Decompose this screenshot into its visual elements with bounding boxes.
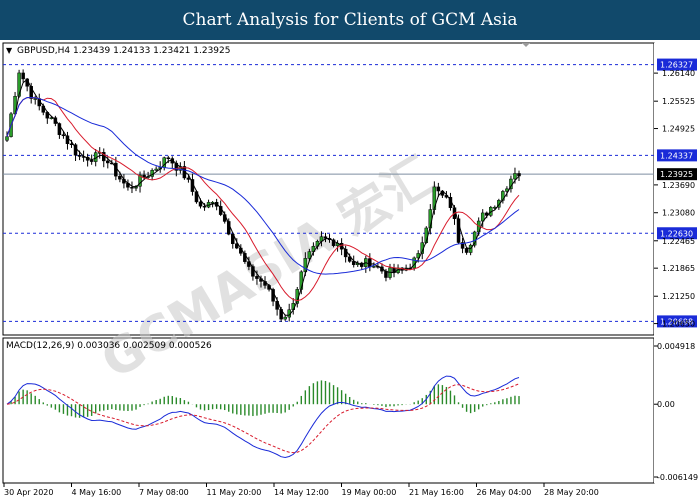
price-tick-label: 1.21865: [662, 264, 695, 273]
macd-panel: [2, 337, 655, 484]
chart-svg: GCMASIA 宏汇 1.263271.243371.226301.206981…: [2, 42, 700, 497]
time-tick-label: 14 May 12:00: [274, 488, 329, 497]
price-tick-label: 1.21250: [662, 292, 695, 301]
candle-body: [166, 157, 171, 159]
candle-body: [198, 201, 203, 207]
time-tick-label: 21 May 16:00: [409, 488, 464, 497]
candle-body: [210, 202, 215, 204]
chart-header: Chart Analysis for Clients of GCM Asia: [0, 0, 700, 40]
candle-body: [186, 177, 191, 180]
price-tick-label: 1.26140: [662, 69, 695, 78]
candle-body: [33, 98, 37, 100]
candle-body: [202, 205, 207, 208]
price-tick-label: 1.23080: [662, 209, 695, 218]
price-tick-label: 1.22465: [662, 237, 695, 246]
candle-body: [21, 72, 25, 80]
candle-body: [368, 258, 372, 268]
symbol-info: GBPUSD,H4 1.23439 1.24133 1.23421 1.2392…: [17, 46, 230, 56]
chart-title: Chart Analysis for Clients of GCM Asia: [182, 10, 518, 30]
candle-body: [89, 160, 94, 162]
macd-tick-label: -0.006149: [657, 473, 698, 482]
price-axis-area: [654, 43, 700, 483]
candle-body: [283, 316, 287, 320]
candle-body: [513, 173, 517, 180]
candle-body: [118, 175, 122, 180]
time-tick-label: 19 May 00:00: [342, 488, 397, 497]
macd-tick-label: 0.004918: [657, 342, 695, 351]
collapse-triangle-icon[interactable]: ▼: [6, 46, 13, 55]
time-tick-label: 4 May 16:00: [72, 488, 122, 497]
candle-body: [5, 136, 9, 141]
current-price-label: 1.23925: [660, 170, 693, 179]
candle-body: [517, 173, 521, 177]
time-tick-label: 26 May 04:00: [477, 488, 532, 497]
candle-body: [114, 162, 118, 177]
candle-body: [154, 168, 158, 171]
time-axis: 30 Apr 2020 4 May 16:00 7 May 08:00 11 May …: [3, 483, 599, 497]
level-label: 1.24337: [660, 151, 693, 160]
trading-chart[interactable]: GCMASIA 宏汇 1.26327 1.24337 1.22630 1.20698 1…: [0, 40, 700, 500]
time-tick-label: 7 May 08:00: [139, 488, 189, 497]
candle-body: [77, 154, 82, 157]
price-tick-label: 1.23690: [662, 181, 695, 190]
candle-body: [255, 276, 259, 279]
macd-label: MACD(12,26,9) 0.003036 0.002509 0.000526: [6, 341, 212, 351]
time-tick-label: 28 May 20:00: [544, 488, 599, 497]
candle-body: [61, 134, 66, 137]
price-tick-label: 1.25525: [662, 97, 695, 106]
macd-tick-label: 0.00: [657, 400, 675, 409]
candle-body: [323, 236, 328, 239]
price-tick-label: 1.20650: [662, 320, 695, 329]
candle-body: [130, 187, 134, 189]
candle-body: [436, 186, 441, 192]
candle-body: [106, 160, 110, 164]
time-tick-label: 11 May 20:00: [207, 488, 262, 497]
price-tick-label: 1.24925: [662, 125, 695, 134]
time-tick-label: 30 Apr 2020: [4, 488, 53, 497]
candle-body: [49, 117, 54, 119]
candle-body: [464, 248, 469, 253]
candle-body: [372, 266, 376, 268]
price-panel: [2, 42, 655, 336]
